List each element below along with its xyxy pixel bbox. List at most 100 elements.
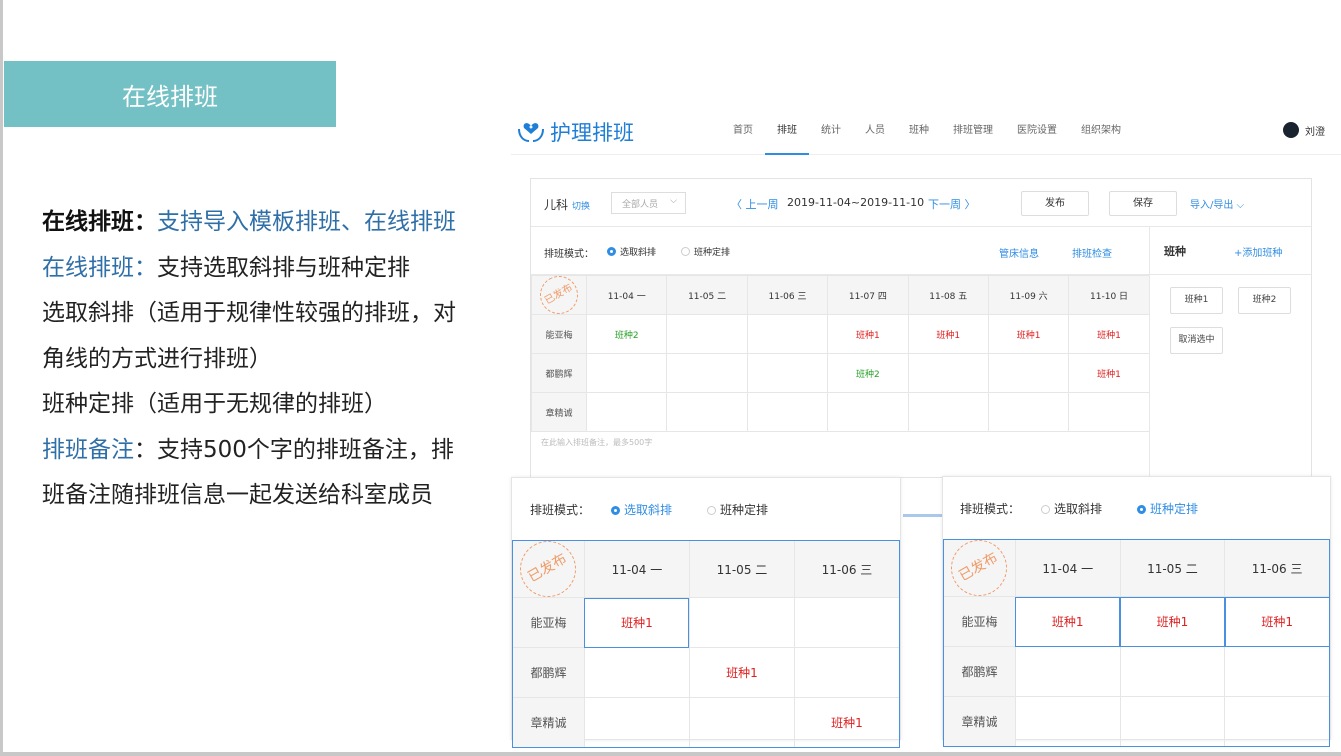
schedule-cell[interactable] xyxy=(1014,646,1121,697)
schedule-cell[interactable]: 班种1 xyxy=(1068,353,1150,393)
day-header: 11-04 一 xyxy=(1014,539,1121,597)
day-header: 11-04 一 xyxy=(583,540,690,598)
schedule-cell[interactable] xyxy=(746,353,829,393)
mode-fixed-radio[interactable]: 班种定排 xyxy=(707,501,768,518)
schedule-cell[interactable] xyxy=(1119,696,1226,747)
zoom-mode-bar: 排班模式： 选取斜排 班种定排 xyxy=(943,477,1330,539)
zoom-mode-bar: 排班模式： 选取斜排 班种定排 xyxy=(512,478,900,540)
schedule-cell[interactable]: 班种2 xyxy=(827,353,909,393)
schedule-cell[interactable]: 班种1 xyxy=(987,314,1070,354)
mode-diagonal-radio[interactable]: 选取斜排 xyxy=(611,501,672,518)
schedule-cell[interactable] xyxy=(583,697,690,748)
schedule-cell[interactable] xyxy=(987,353,1070,393)
mode-fixed-radio[interactable]: 班种定排 xyxy=(1137,500,1198,517)
app-logo[interactable]: 护理排班 xyxy=(516,117,634,147)
published-stamp: 已发布 xyxy=(510,530,587,608)
schedule-cell[interactable] xyxy=(746,392,829,432)
connector-bar xyxy=(903,514,942,517)
schedule-cell[interactable] xyxy=(907,392,989,432)
schedule-cell[interactable] xyxy=(1014,696,1121,747)
day-header: 11-10 日 xyxy=(1068,275,1150,315)
nav-item[interactable]: 统计 xyxy=(809,105,853,155)
import-export-menu[interactable]: 导入/导出 ⌵ xyxy=(1190,196,1244,211)
schedule-cell[interactable] xyxy=(907,353,989,393)
nav-item[interactable]: 排班 xyxy=(765,105,809,155)
remark-textarea[interactable]: 在此输入排班备注，最多500字 xyxy=(531,431,1149,478)
schedule-cell[interactable]: 班种1 xyxy=(907,314,989,354)
schedule-cell[interactable] xyxy=(1119,646,1226,697)
schedule-cell[interactable] xyxy=(1224,646,1330,697)
schedule-cell[interactable] xyxy=(583,647,690,698)
schedule-cell[interactable]: 班种1 xyxy=(1224,596,1330,647)
user-menu[interactable]: 刘澄 xyxy=(1283,122,1325,138)
schedule-cell[interactable] xyxy=(666,314,748,354)
shift-sidebar-header: 班种 +添加班种 xyxy=(1150,227,1311,275)
nav-item[interactable]: 人员 xyxy=(853,105,897,155)
schedule-cell[interactable] xyxy=(793,597,901,648)
add-shift-link[interactable]: +添加班种 xyxy=(1234,244,1282,259)
staff-name: 章精诚 xyxy=(531,392,587,432)
mode-bar: 排班模式： 选取斜排 班种定排 管床信息 排班检查 xyxy=(531,227,1149,275)
schedule-cell[interactable] xyxy=(688,697,795,748)
schedule-grid: 已发布 11-04 一 11-05 二 11-06 三 11-07 四 11-08 五 11… xyxy=(531,269,1150,432)
schedule-cell[interactable] xyxy=(987,392,1070,432)
staff-name: 能亚梅 xyxy=(943,596,1016,647)
date-range: 2019-11-04~2019-11-10 xyxy=(787,196,925,209)
schedule-cell[interactable]: 班种2 xyxy=(585,314,668,354)
schedule-cell[interactable] xyxy=(827,392,909,432)
mode-diagonal-radio[interactable]: 选取斜排 xyxy=(607,245,656,258)
schedule-cell[interactable]: 班种1 xyxy=(1119,596,1226,647)
schedule-cell[interactable]: 班种1 xyxy=(827,314,909,354)
table-row: 能亚梅 班种1 班种1 班种1 xyxy=(943,596,1330,647)
staff-filter-select[interactable]: 全部人员 ⌵ xyxy=(611,192,686,214)
mode-diagonal-radio[interactable]: 选取斜排 xyxy=(1041,500,1102,517)
switch-dept-link[interactable]: 切换 xyxy=(572,202,590,212)
user-name: 刘澄 xyxy=(1305,126,1325,138)
mode-label: 排班模式： xyxy=(960,502,1021,516)
radio-icon xyxy=(707,506,716,515)
cancel-selection-button[interactable]: 取消选中 xyxy=(1170,327,1223,354)
nav-item[interactable]: 班种 xyxy=(897,105,941,155)
schedule-cell[interactable] xyxy=(1068,392,1150,432)
shift-2-button[interactable]: 班种2 xyxy=(1238,287,1291,314)
department: 儿科 切换 xyxy=(544,198,591,212)
schedule-cell[interactable]: 班种1 xyxy=(1014,596,1121,647)
schedule-cell[interactable] xyxy=(585,353,668,393)
label-online-schedule: 在线排班： xyxy=(42,209,157,235)
schedule-cell[interactable]: 班种1 xyxy=(1068,314,1150,354)
nav-item[interactable]: 排班管理 xyxy=(941,105,1005,155)
published-stamp: 已发布 xyxy=(533,269,585,321)
bed-info-link[interactable]: 管床信息 xyxy=(999,245,1039,260)
table-row: 章精诚 xyxy=(943,696,1330,747)
mode-label: 排班模式： xyxy=(530,503,591,517)
fixed-mode-zoom: 排班模式： 选取斜排 班种定排 已发布 11-04 一 11-05 二 11-06 三… xyxy=(941,476,1331,747)
shift-sidebar: 班种 +添加班种 班种1 班种2 取消选中 xyxy=(1149,227,1311,478)
prev-week-link[interactable]: 〈 上一周 xyxy=(731,196,779,212)
schedule-cell[interactable] xyxy=(793,647,901,698)
save-button[interactable]: 保存 xyxy=(1109,191,1177,216)
nav-item[interactable]: 医院设置 xyxy=(1005,105,1069,155)
feature-import: 支持导入模板排班、在线排班 xyxy=(157,209,456,235)
schedule-cell[interactable]: 班种1 xyxy=(583,597,690,648)
line-1: 在线排班：支持导入模板排班、在线排班 xyxy=(42,200,472,246)
schedule-cell[interactable] xyxy=(688,597,795,648)
shift-1-button[interactable]: 班种1 xyxy=(1170,287,1223,314)
table-row: 都鹏辉 班种2 班种1 xyxy=(531,353,1150,393)
schedule-cell[interactable] xyxy=(746,314,829,354)
schedule-check-link[interactable]: 排班检查 xyxy=(1072,245,1112,260)
day-header: 11-06 三 xyxy=(793,540,901,598)
publish-button[interactable]: 发布 xyxy=(1021,191,1089,216)
nav-item[interactable]: 组织架构 xyxy=(1069,105,1133,155)
table-row: 能亚梅 班种2 班种1 班种1 班种1 班种1 xyxy=(531,314,1150,354)
schedule-cell[interactable]: 班种1 xyxy=(688,647,795,698)
mode-fixed-radio[interactable]: 班种定排 xyxy=(681,245,730,258)
schedule-cell[interactable] xyxy=(585,392,668,432)
next-week-link[interactable]: 下一周 〉 xyxy=(928,196,976,212)
schedule-toolbar: 儿科 切换 全部人员 ⌵ 〈 上一周 2019-11-04~2019-11-10 下… xyxy=(531,179,1311,227)
radio-checked-icon xyxy=(607,247,616,256)
schedule-cell[interactable] xyxy=(666,353,748,393)
nav-item[interactable]: 首页 xyxy=(721,105,765,155)
schedule-cell[interactable] xyxy=(1224,696,1330,747)
schedule-cell[interactable]: 班种1 xyxy=(793,697,901,748)
schedule-cell[interactable] xyxy=(666,392,748,432)
